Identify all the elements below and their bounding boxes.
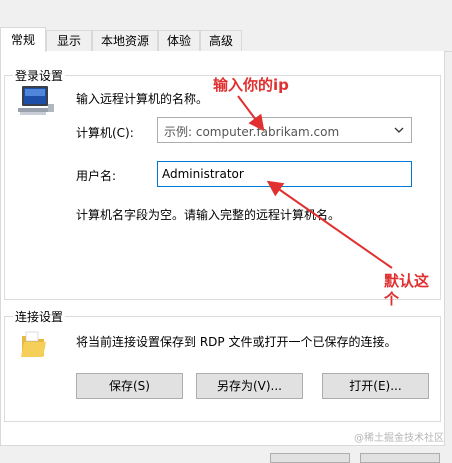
open-button[interactable]: 打开(E)... (322, 373, 429, 399)
chevron-down-icon[interactable] (392, 123, 406, 137)
login-note: 计算机名字段为空。请输入完整的远程计算机名。 (76, 208, 341, 222)
annotation-default: 默认这个 (384, 272, 430, 308)
annotation-enter-ip: 输入你的ip (213, 76, 289, 94)
connection-settings-group: 连接设置 (4, 308, 441, 422)
save-as-button[interactable]: 另存为(V)... (196, 373, 303, 399)
tab-strip: 常规 显示 本地资源 体验 高级 (0, 0, 452, 52)
tab-advanced[interactable]: 高级 (200, 30, 242, 51)
folder-icon (21, 331, 46, 357)
computer-combobox[interactable]: 示例: computer.fabrikam.com (157, 117, 412, 143)
username-label: 用户名: (76, 169, 117, 183)
tab-experience[interactable]: 体验 (158, 30, 200, 51)
bottom-dialog-button[interactable] (270, 453, 350, 463)
tab-general[interactable]: 常规 (0, 27, 46, 52)
computer-placeholder: 示例: computer.fabrikam.com (164, 125, 340, 139)
computer-icon (18, 86, 54, 115)
save-button[interactable]: 保存(S) (76, 373, 183, 399)
bottom-dialog-button[interactable] (360, 453, 440, 463)
username-input[interactable] (157, 161, 412, 187)
login-instruction: 输入远程计算机的名称。 (76, 92, 209, 106)
login-settings-legend: 登录设置 (15, 69, 64, 83)
tab-display[interactable]: 显示 (46, 30, 92, 51)
connection-settings-legend: 连接设置 (15, 310, 64, 324)
computer-label: 计算机(C): (76, 126, 134, 140)
watermark: @稀土掘金技术社区 (354, 433, 444, 444)
connection-description: 将当前连接设置保存到 RDP 文件或打开一个已保存的连接。 (76, 335, 397, 349)
tab-local-resources[interactable]: 本地资源 (92, 30, 158, 51)
